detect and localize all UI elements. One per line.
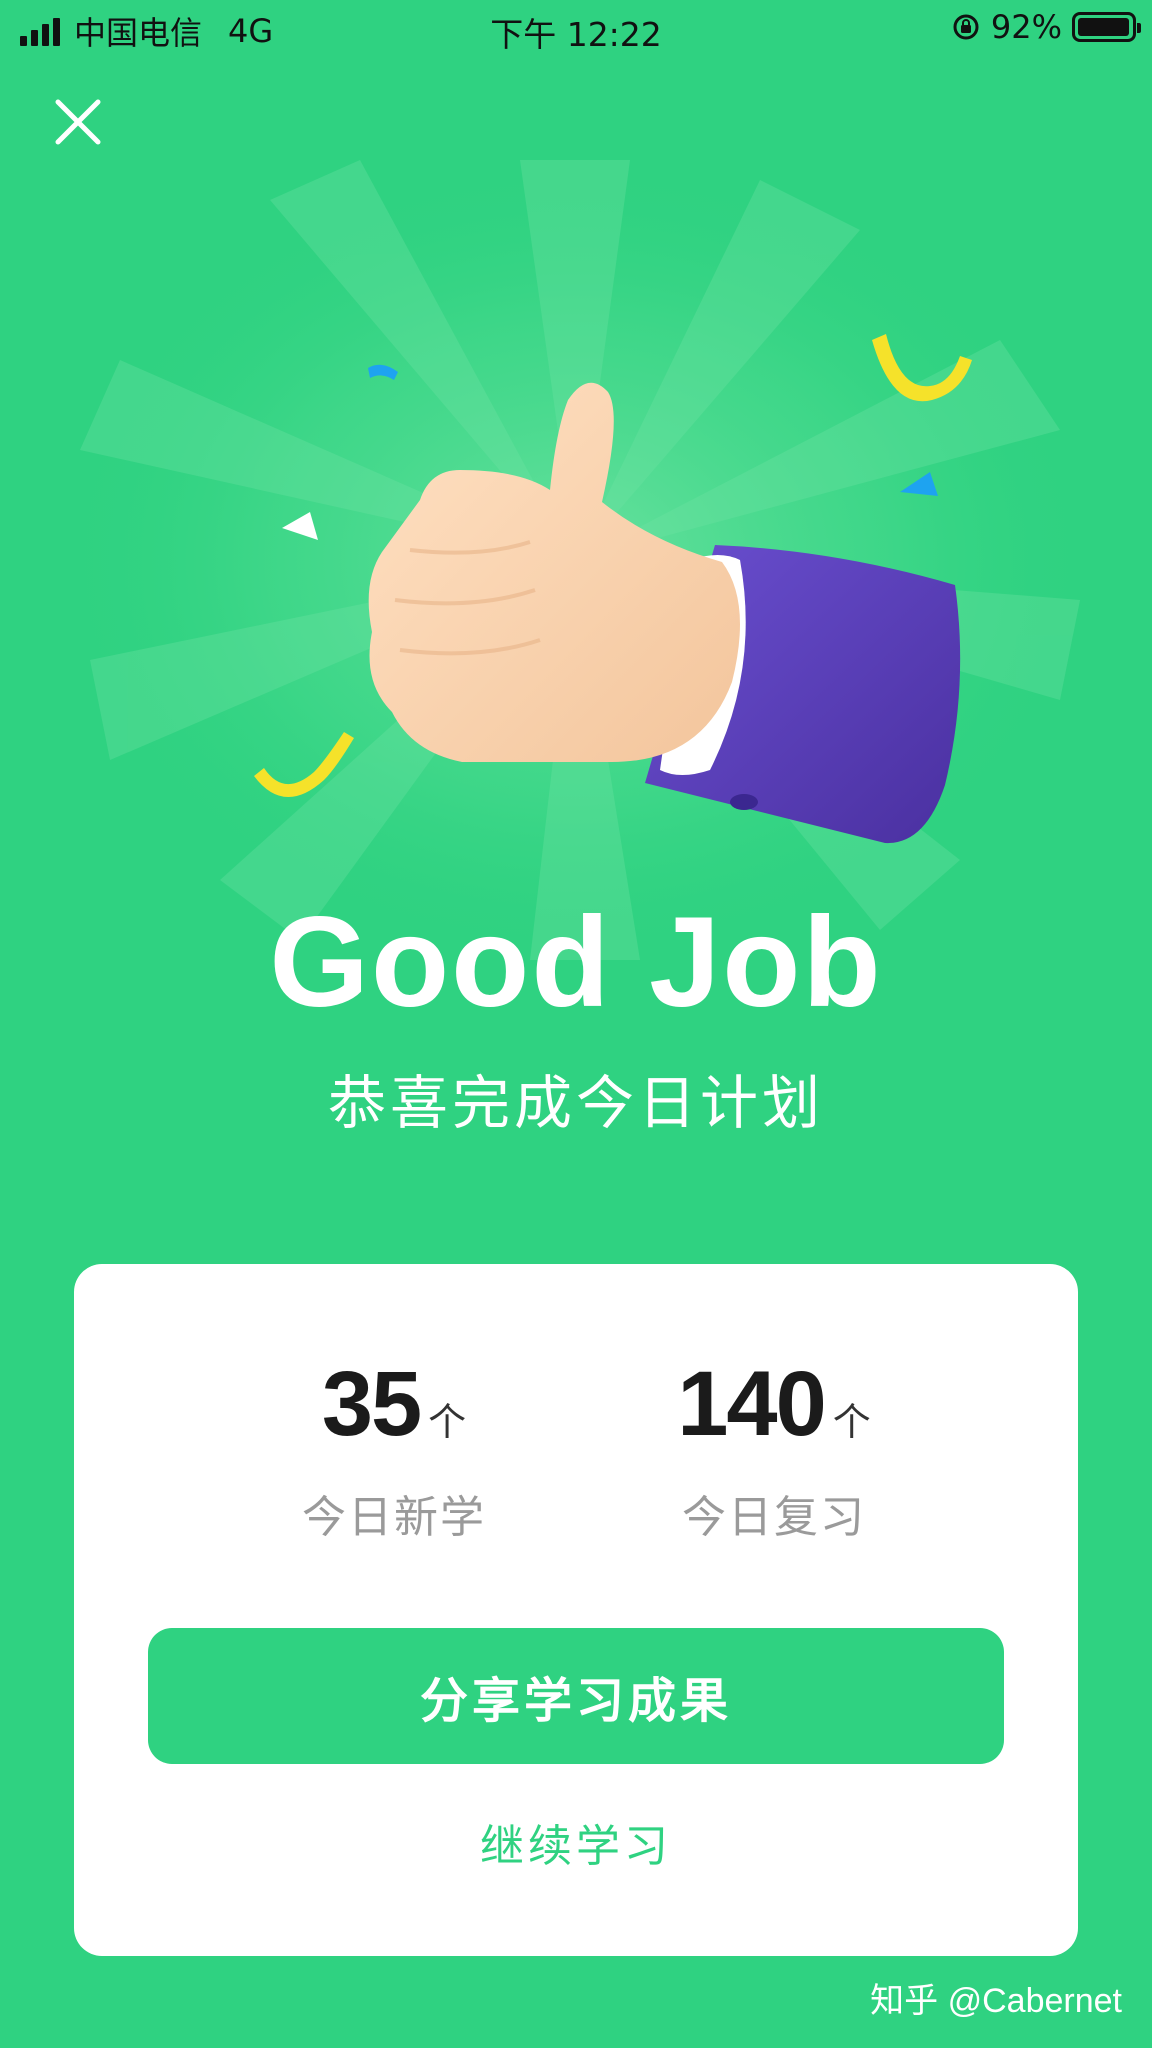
confetti-yellow-bottom <box>254 732 354 798</box>
summary-card: 35 个 今日新学 140 个 今日复习 分享学习成果 继续学习 <box>74 1264 1078 1956</box>
continue-learning-link[interactable]: 继续学习 <box>74 1810 1078 1874</box>
thumbs-up-illustration <box>254 334 972 844</box>
confetti-blue-top <box>368 364 398 380</box>
watermark: 知乎 @Cabernet <box>870 1982 1122 2020</box>
confetti-yellow-top <box>872 334 972 402</box>
stat-unit: 个 <box>428 1400 467 1444</box>
stat-number: 140 <box>677 1353 826 1455</box>
headline-subtitle: 恭喜完成今日计划 <box>327 1069 824 1137</box>
stat-label: 今日复习 <box>682 1492 866 1543</box>
confetti-blue-right <box>900 472 938 496</box>
stat-label: 今日新学 <box>302 1492 486 1543</box>
stat-unit: 个 <box>832 1400 871 1444</box>
stat-new-learned: 35 个 今日新学 <box>194 1352 594 1545</box>
stat-reviewed: 140 个 今日复习 <box>574 1352 974 1545</box>
confetti-white <box>282 512 318 540</box>
share-results-button[interactable]: 分享学习成果 <box>148 1628 1004 1764</box>
stat-number: 35 <box>321 1353 422 1455</box>
stat-value-row: 35 个 <box>194 1352 594 1457</box>
stat-value-row: 140 个 <box>574 1352 974 1457</box>
headline-title: Good Job <box>269 891 883 1034</box>
